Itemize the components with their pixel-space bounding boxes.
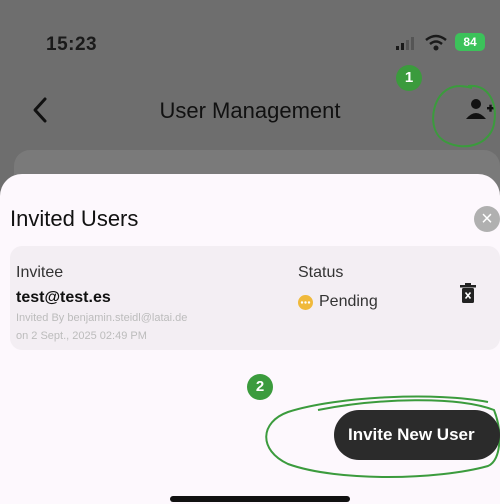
home-indicator bbox=[170, 496, 350, 502]
status-badge: Pending bbox=[319, 293, 378, 310]
annotation-circle-1 bbox=[432, 84, 496, 148]
invite-new-user-button[interactable]: Invite New User bbox=[334, 410, 500, 460]
invite-date-text: on 2 Sept., 2025 02:49 PM bbox=[16, 330, 147, 342]
sheet-title: Invited Users bbox=[10, 206, 139, 231]
close-icon: × bbox=[481, 208, 493, 230]
pending-status-icon bbox=[298, 295, 313, 310]
trash-icon[interactable] bbox=[460, 283, 476, 303]
status-header: Status bbox=[298, 264, 344, 281]
page-title: User Management bbox=[159, 98, 341, 123]
status-time: 15:23 bbox=[46, 34, 98, 55]
invitee-header: Invitee bbox=[16, 264, 64, 281]
invitee-email: test@test.es bbox=[16, 289, 111, 306]
signal-icon bbox=[396, 37, 414, 50]
wifi-icon bbox=[425, 34, 447, 51]
invited-by-text: Invited By benjamin.steidl@latai.de bbox=[16, 312, 188, 324]
step-1-badge: 1 bbox=[396, 65, 422, 91]
status-bar: 15:23 84 bbox=[0, 0, 500, 80]
close-button[interactable]: × bbox=[474, 206, 500, 232]
battery-indicator: 84 bbox=[455, 33, 485, 51]
